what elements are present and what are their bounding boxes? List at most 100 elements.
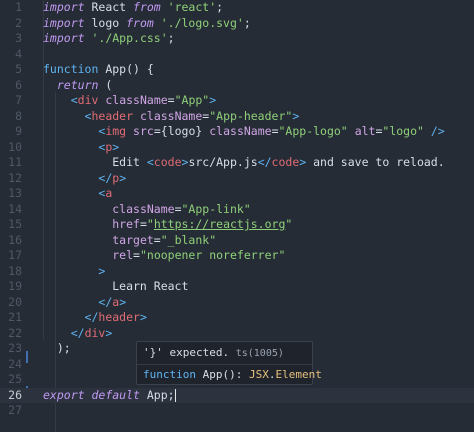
code-token: > [139,310,147,324]
code-token: logo [84,15,127,30]
code-line[interactable]: 7 <div className="App"> [0,93,474,109]
line-number: 21 [8,310,22,324]
code-token: header [91,108,134,123]
code-token: "App-header" [209,108,293,123]
code-token: ; [243,15,251,30]
code-line[interactable]: 18 > [0,264,474,280]
line-number: 9 [15,124,22,138]
code-token: className [105,93,168,107]
code-token: href [112,217,140,231]
code-text: Learn React [43,279,188,295]
line-number: 15 [8,217,22,231]
code-token: > [112,139,120,154]
line-number: 3 [15,31,22,45]
code-token: > [119,170,127,185]
line-number: 25 [8,372,22,386]
signature-type-namespace: JSX [248,368,269,381]
code-token: import [43,15,85,30]
code-text: </div> [43,325,113,342]
code-token: </ [98,294,113,309]
code-line[interactable]: 2 import logo from './logo.svg'; [0,16,474,32]
line-number: 6 [15,77,22,92]
line-number: 22 [8,325,22,340]
code-token: code [271,155,300,169]
line-number: 7 [15,93,22,107]
code-token: target [112,232,154,247]
code-token: https://reactjs.org [153,217,286,231]
code-token: </ [70,325,85,340]
code-token: > [98,263,106,278]
code-line[interactable]: 9 <img src={logo} className="App-logo" a… [0,124,474,140]
code-line[interactable]: 20 </a> [0,295,474,311]
code-text: target="_blank" [43,233,216,249]
code-editor[interactable]: 1 import React from 'react'; 2 import logo … [0,0,474,432]
code-token: App; [139,387,175,402]
code-line[interactable]: 27 [0,403,474,419]
code-text: import React from 'react'; [43,0,223,16]
code-line[interactable]: 10 <p> [0,140,474,156]
code-line[interactable]: 13 <a [0,186,474,202]
code-token: 'react' [167,0,217,14]
code-line[interactable]: 6 return ( [0,78,474,94]
code-text: </a> [43,295,126,311]
tooltip-divider [137,364,312,365]
line-number: 16 [8,232,22,247]
code-line[interactable]: 21 </header> [0,310,474,326]
code-token: import [43,0,85,14]
code-line[interactable]: 11 Edit <code>src/App.js</code> and save… [0,155,474,171]
code-line[interactable]: 3 import './App.css'; [0,31,474,47]
code-token: from [133,0,161,14]
code-line[interactable]: 26 export default App; [0,387,474,403]
code-line[interactable]: 22 </div> [0,326,474,342]
code-token: rel [112,248,134,262]
code-token: > [105,325,113,340]
code-token: export [43,387,85,402]
code-token: = [153,124,161,138]
code-token: </ [257,155,272,169]
code-text: className="App-link" [43,202,251,218]
code-token: "App" [174,93,210,107]
line-number: 20 [8,294,22,309]
code-token: = [271,124,279,138]
code-line[interactable]: 16 target="_blank" [0,233,474,249]
code-text: rel="noopener noreferrer" [43,248,285,264]
code-token: className [139,108,203,123]
code-token: ; [216,0,224,14]
code-line[interactable]: 12 </p> [0,171,474,187]
code-text: ); [43,341,71,357]
code-line[interactable]: 1 import React from 'react'; [0,0,474,16]
line-number: 10 [8,139,22,154]
code-token: < [146,155,154,169]
code-token: from [126,15,154,30]
code-line[interactable]: 19 Learn React [0,279,474,295]
code-text: <a [43,186,112,202]
code-line[interactable]: 5 function App() { [0,62,474,78]
code-line[interactable]: 15 href="https://reactjs.org" [0,217,474,233]
code-token: a [105,186,113,200]
error-code: ts(1005) [235,348,284,359]
code-token: div [84,325,106,340]
code-token: Edit [43,155,147,169]
code-token: return [56,77,99,92]
code-line[interactable]: 14 className="App-link" [0,202,474,218]
code-line[interactable]: 8 <header className="App-header"> [0,109,474,125]
code-line[interactable]: 4 [0,47,474,63]
code-token: Learn React [43,279,189,293]
line-number: 14 [8,201,22,216]
code-token: " [146,217,154,231]
code-line[interactable]: 17 rel="noopener noreferrer" [0,248,474,264]
code-text: return ( [43,78,112,94]
